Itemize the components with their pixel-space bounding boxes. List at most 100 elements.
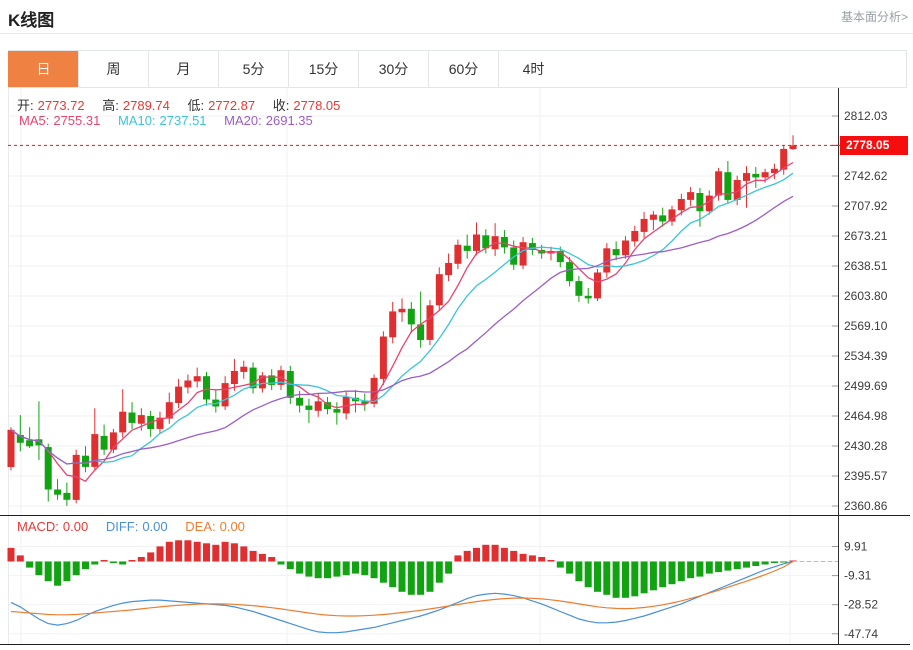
macd-bar: [26, 562, 33, 568]
candle-body: [622, 241, 629, 256]
macd-bar: [110, 562, 117, 564]
macd-bar: [343, 562, 350, 576]
macd-bar: [473, 548, 480, 562]
chart-area[interactable]: 2812.032742.622707.922673.212638.512603.…: [0, 88, 913, 650]
candle-body: [129, 413, 136, 423]
candle-body: [762, 172, 769, 177]
axis-label: 2812.03: [844, 109, 888, 123]
macd-bar: [91, 562, 98, 565]
macd-bar: [324, 562, 331, 579]
axis-label: 2603.80: [844, 289, 888, 303]
macd-bar: [287, 562, 294, 570]
period-tabbar: 日 周 月 5分 15分 30分 60分 4时: [8, 50, 907, 88]
candle-body: [82, 456, 89, 467]
macd-bar: [408, 562, 415, 595]
axis-label: 2707.92: [844, 199, 888, 213]
candle-body: [501, 237, 508, 247]
kline-canvas[interactable]: 2812.032742.622707.922673.212638.512603.…: [0, 88, 913, 650]
macd-bar: [696, 562, 703, 577]
macd-bar: [659, 562, 666, 588]
candle-body: [520, 242, 527, 265]
macd-bar: [492, 545, 499, 562]
tab-15min[interactable]: 15分: [288, 51, 358, 87]
candle-body: [175, 387, 182, 403]
candle-body: [296, 398, 303, 406]
macd-bar: [734, 562, 741, 570]
macd-bar: [17, 555, 24, 561]
macd-bar: [715, 562, 722, 573]
macd-bar: [464, 551, 471, 562]
candle-body: [724, 172, 731, 200]
macd-bar: [8, 548, 15, 562]
candle-body: [510, 247, 517, 264]
macd-bar: [743, 562, 750, 568]
candle-body: [715, 171, 722, 195]
tab-day[interactable]: 日: [8, 51, 78, 87]
candle-body: [678, 199, 685, 210]
macd-bar: [603, 562, 610, 595]
macd-bar: [380, 562, 387, 583]
macd-bar: [548, 560, 555, 562]
macd-bar: [594, 562, 601, 592]
candle-body: [696, 193, 703, 211]
axis-label: 2430.28: [844, 439, 888, 453]
axis-label: 2638.51: [844, 259, 888, 273]
candle-body: [54, 490, 61, 495]
candle-body: [454, 245, 461, 264]
axis-label: -9.31: [844, 569, 872, 583]
candle-body: [641, 219, 648, 232]
fundamental-analysis-link[interactable]: 基本面分析>: [841, 8, 908, 25]
candle-body: [790, 145, 797, 149]
macd-bar: [73, 562, 80, 576]
macd-bar: [678, 562, 685, 582]
candle-body: [101, 436, 108, 450]
candle-body: [585, 296, 592, 299]
macd-bar: [184, 540, 191, 561]
tab-5min[interactable]: 5分: [218, 51, 288, 87]
macd-bar: [175, 540, 182, 561]
macd-bar: [706, 562, 713, 574]
candle-body: [63, 493, 70, 500]
macd-bar: [82, 562, 89, 570]
macd-bar: [752, 562, 759, 567]
candle-body: [26, 440, 33, 446]
macd-bar: [510, 551, 517, 562]
macd-bar: [203, 543, 210, 561]
candle-body: [631, 231, 638, 241]
ma5-line: [11, 163, 793, 482]
macd-bar: [119, 562, 126, 565]
macd-bar: [268, 557, 275, 562]
candle-body: [613, 249, 620, 255]
candle-body: [194, 376, 201, 381]
tab-30min[interactable]: 30分: [358, 51, 428, 87]
candle-body: [687, 192, 694, 200]
candle-body: [427, 305, 434, 340]
module-header: K线图 基本面分析>: [0, 0, 913, 34]
macd-bar: [157, 546, 164, 561]
macd-bar: [641, 562, 648, 594]
macd-bar: [501, 548, 508, 562]
macd-bar: [250, 551, 257, 562]
macd-bar: [45, 562, 52, 582]
macd-bar: [194, 542, 201, 562]
tab-month[interactable]: 月: [148, 51, 218, 87]
tab-week[interactable]: 周: [78, 51, 148, 87]
candle-body: [305, 406, 312, 410]
macd-bar: [212, 545, 219, 562]
candle-body: [333, 409, 340, 413]
axis-label: 2395.57: [844, 469, 888, 483]
candle-body: [91, 434, 98, 467]
candle-body: [594, 273, 601, 299]
candle-body: [408, 309, 415, 325]
tab-60min[interactable]: 60分: [428, 51, 498, 87]
macd-bar: [538, 557, 545, 562]
macd-bar: [566, 562, 573, 574]
tab-4hour[interactable]: 4时: [498, 51, 568, 87]
axis-label: -47.74: [844, 627, 878, 641]
macd-bar: [138, 557, 145, 562]
macd-bar: [399, 562, 406, 592]
axis-label: 2360.86: [844, 499, 888, 513]
macd-bar: [222, 542, 229, 562]
macd-bar: [352, 562, 359, 574]
macd-bar: [520, 554, 527, 562]
